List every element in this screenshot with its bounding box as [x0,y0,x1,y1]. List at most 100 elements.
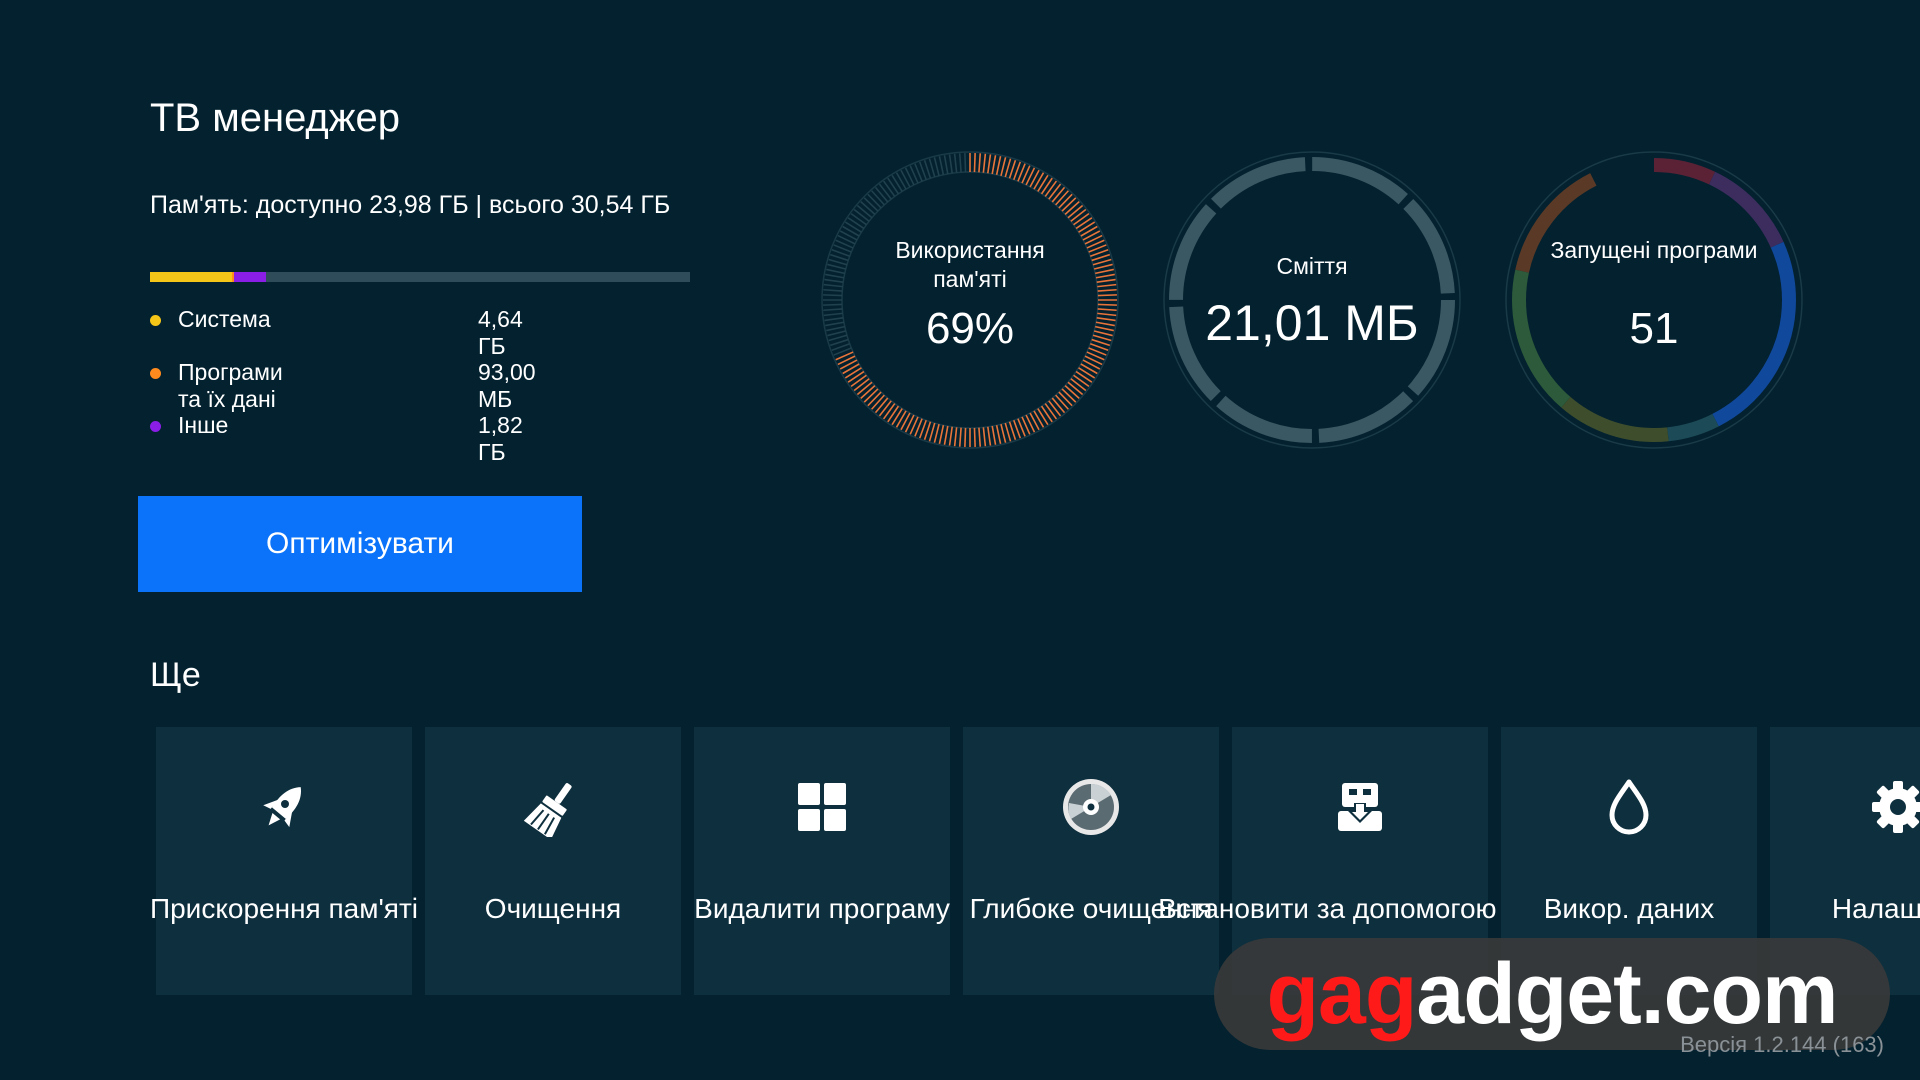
gauge-tick [853,378,870,392]
gauge-tick [856,381,873,396]
gauge-tick [850,212,867,226]
gauge-tick [1048,400,1062,417]
gauge-tick [1095,273,1115,279]
junk-gauge[interactable]: Сміття 21,01 МБ [1162,150,1462,450]
tile-label: Очищення [484,892,622,924]
gauge-tick [895,410,907,428]
memory-usage-value: 69% [925,304,1015,353]
gauge-tick [842,363,860,375]
legend-value: 1,82 ГБ [478,412,523,465]
bar-segment-system [150,272,232,282]
gauge-tick [823,294,843,297]
gauge-tick [928,422,936,442]
optimize-button[interactable]: Оптимізувати [138,496,582,592]
gauge-tick [1051,186,1066,203]
gauge-tick [1097,303,1117,306]
gauge-tick [1075,217,1093,230]
gauge-tick [1037,408,1049,426]
gauge-tick [1000,424,1007,443]
gauge-tick [882,180,896,197]
gauge-tick [823,288,843,292]
gauge-tick [1051,397,1066,414]
tile-cleanup[interactable]: Очищення [425,727,681,995]
gear-icon [1868,777,1920,837]
gauge-tick [1044,403,1058,420]
gauge-tick [958,427,962,447]
gauge-tick [871,190,885,206]
legend-label: Програми та їх дані [178,359,283,412]
gauge-tick [874,186,889,203]
gauge-tick [943,155,949,175]
rocket-icon [254,777,314,837]
watermark-red-text: gag [1266,946,1418,1042]
page-title: ТВ менеджер [150,96,401,140]
gauge-tick [1067,381,1084,396]
gauge-tick [928,158,936,178]
gauge-tick [1004,158,1012,178]
gauge-tick [891,408,903,426]
gauge-tick [948,154,953,174]
gauge-tick [1044,180,1058,197]
gauge-tick [1075,370,1093,383]
legend-label: Система [178,306,271,332]
gauge-tick [887,405,900,423]
gauge-tick [878,400,892,417]
apps-grid-icon [792,777,852,837]
gauge-tick [1004,422,1012,442]
tile-uninstall-app[interactable]: Видалити програму [694,727,950,995]
gauge-tick [1070,378,1087,392]
gauge-tick [1064,385,1080,399]
gauge-tick [874,397,889,414]
gauge-tick [978,427,982,447]
gauge-tick [1078,221,1096,233]
gauge-tick [1078,367,1096,379]
broom-icon [523,777,583,840]
gauge-tick [856,204,873,219]
gauge-tick [847,217,865,230]
gauge-tick [860,201,876,215]
gauge-tick [1080,225,1098,237]
running-apps-gauge[interactable]: Запущені програми 51 [1504,150,1804,450]
version-label: Версія 1.2.144 (163) [1680,1032,1884,1057]
memory-usage-gauge[interactable]: Використання пам'яті 69% [820,150,1120,450]
gauge-tick [933,424,940,443]
gauge-tick [1040,177,1053,195]
gauge-tick [982,153,987,173]
gauge-tick [938,156,945,175]
gauge-tick [1073,374,1090,388]
gauge-tick [882,403,896,420]
memory-usage-bar [150,272,690,282]
gauge-tick [842,225,860,237]
junk-value: 21,01 МБ [1205,295,1419,351]
memory-summary: Пам'ять: доступно 23,98 ГБ | всього 30,5… [150,191,671,219]
gauge-tick [982,427,987,447]
gauge-tick [953,427,958,447]
gauge-tick [828,258,848,266]
watermark-white-text: adget.com [1416,946,1838,1042]
gauge-tick [824,278,844,283]
gauge-tick [943,425,949,445]
gauge-tick [844,367,862,379]
gauge-tick [1033,172,1045,190]
gauge-tick [995,425,1002,444]
gauge-tick [895,172,907,190]
gauge-tick [871,394,885,410]
tile-label: Видалити програму [694,892,950,924]
gauge-tick [1097,288,1117,292]
gauge-tick [850,374,867,388]
tile-memory-boost[interactable]: Прискорення пам'яті [150,727,418,995]
gauge-tick [1058,193,1073,209]
gauge-tick [995,156,1002,175]
gauge-tick [1037,174,1049,192]
gauge-tick [891,174,903,192]
gauge-tick [1033,410,1045,428]
memory-usage-label: Використання пам'яті [895,237,1045,292]
gauge-tick [1096,278,1116,283]
gauge-tick [1055,394,1069,410]
gauge-tick [987,426,992,446]
gauge-tick [991,425,997,445]
gauge-tick [867,391,882,407]
gauge-tick [1097,312,1117,317]
tile-deep-clean[interactable]: Глибоке очищення [963,727,1219,995]
gauge-tick [987,154,992,174]
